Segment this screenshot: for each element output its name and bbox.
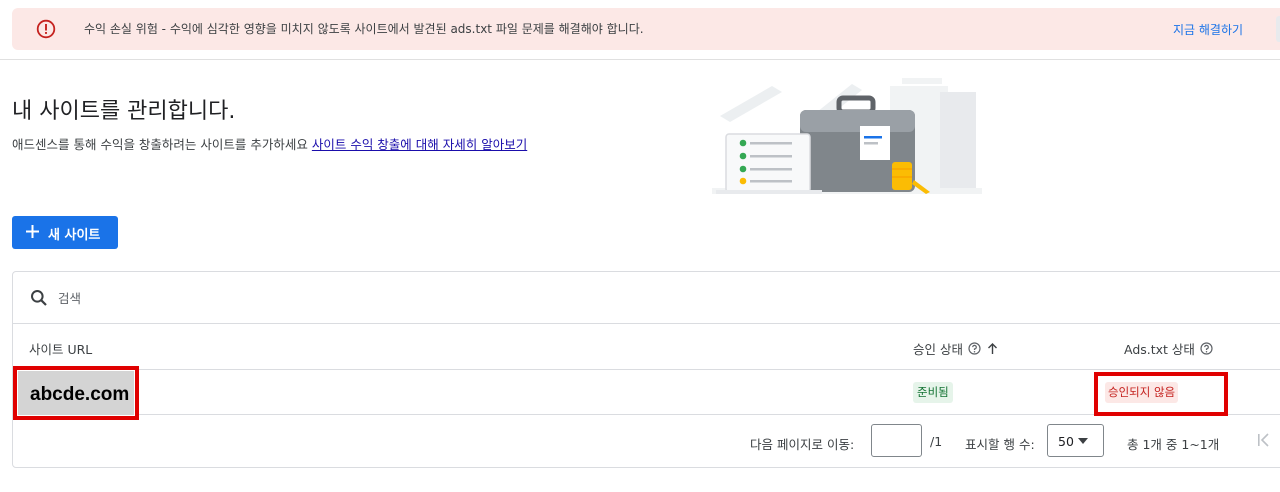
help-icon[interactable] [1200, 342, 1213, 355]
column-header-ads-txt-status-label: Ads.txt 상태 [1124, 342, 1195, 357]
sort-ascending-icon[interactable] [986, 342, 999, 355]
revenue-risk-alert: 수익 손실 위험 - 수익에 심각한 영향을 미치지 않도록 사이트에서 발견된… [12, 8, 1280, 50]
column-header-approval-status[interactable]: 승인 상태 [913, 339, 999, 358]
sites-table-card: 사이트 URL 승인 상태 Ads.txt 상태 [12, 271, 1280, 468]
table-header-row: 사이트 URL 승인 상태 Ads.txt 상태 [13, 324, 1280, 370]
adsense-sites-page: 수익 손실 위험 - 수익에 심각한 영향을 미치지 않도록 사이트에서 발견된… [0, 0, 1280, 492]
site-url-highlight: abcde.com [13, 366, 139, 420]
plus-icon [26, 225, 39, 238]
ads-txt-status-highlight: 승인되지 않음 [1094, 372, 1228, 416]
column-header-site-url[interactable]: 사이트 URL [29, 339, 92, 358]
total-pages: /1 [930, 434, 943, 449]
new-site-button[interactable]: 새 사이트 [12, 216, 118, 249]
rows-per-page-label: 표시할 행 수: [965, 437, 1035, 452]
table-row[interactable]: abcde.com 준비됨 승인되지 않음 [13, 366, 1280, 420]
new-site-button-label: 새 사이트 [48, 228, 101, 243]
page-subtitle: 애드센스를 통해 수익을 창출하려는 사이트를 추가하세요 사이트 수익 창출에… [12, 134, 527, 153]
column-header-approval-status-label: 승인 상태 [913, 342, 963, 357]
monetization-illustration [712, 78, 982, 194]
first-page-icon[interactable] [1255, 431, 1273, 449]
goto-page-label: 다음 페이지로 이동: [750, 437, 855, 452]
column-header-site-url-label: 사이트 URL [29, 342, 93, 357]
column-header-ads-txt-status[interactable]: Ads.txt 상태 [1124, 339, 1213, 358]
goto-page-input[interactable] [871, 424, 922, 457]
search-input[interactable] [58, 287, 558, 309]
site-url[interactable]: abcde.com [30, 384, 129, 406]
search-icon [31, 290, 47, 306]
alert-dismiss-button[interactable] [1276, 16, 1280, 42]
page-title: 내 사이트를 관리합니다. [12, 99, 236, 124]
help-icon[interactable] [968, 342, 981, 355]
fix-now-link[interactable]: 지금 해결하기 [1173, 21, 1243, 38]
error-circle-icon [36, 19, 56, 39]
chevron-down-icon [1078, 438, 1088, 444]
search-bar [13, 272, 1280, 324]
rows-per-page-select[interactable]: 50 [1047, 424, 1104, 457]
header-divider [0, 59, 1280, 60]
row-count-text: 총 1개 중 1~1개 [1127, 437, 1220, 452]
rows-per-page-value: 50 [1058, 434, 1074, 449]
approval-status-badge: 준비됨 [913, 382, 953, 403]
subtitle-text: 애드센스를 통해 수익을 창출하려는 사이트를 추가하세요 [12, 137, 308, 152]
pagination-bar: 다음 페이지로 이동: /1 표시할 행 수: 50 총 1개 중 1~1개 [13, 415, 1280, 469]
learn-more-link[interactable]: 사이트 수익 창출에 대해 자세히 알아보기 [312, 137, 527, 152]
site-url-redaction: abcde.com [18, 371, 134, 415]
alert-message: 수익 손실 위험 - 수익에 심각한 영향을 미치지 않도록 사이트에서 발견된… [84, 22, 644, 36]
ads-txt-status-badge: 승인되지 않음 [1105, 382, 1179, 403]
